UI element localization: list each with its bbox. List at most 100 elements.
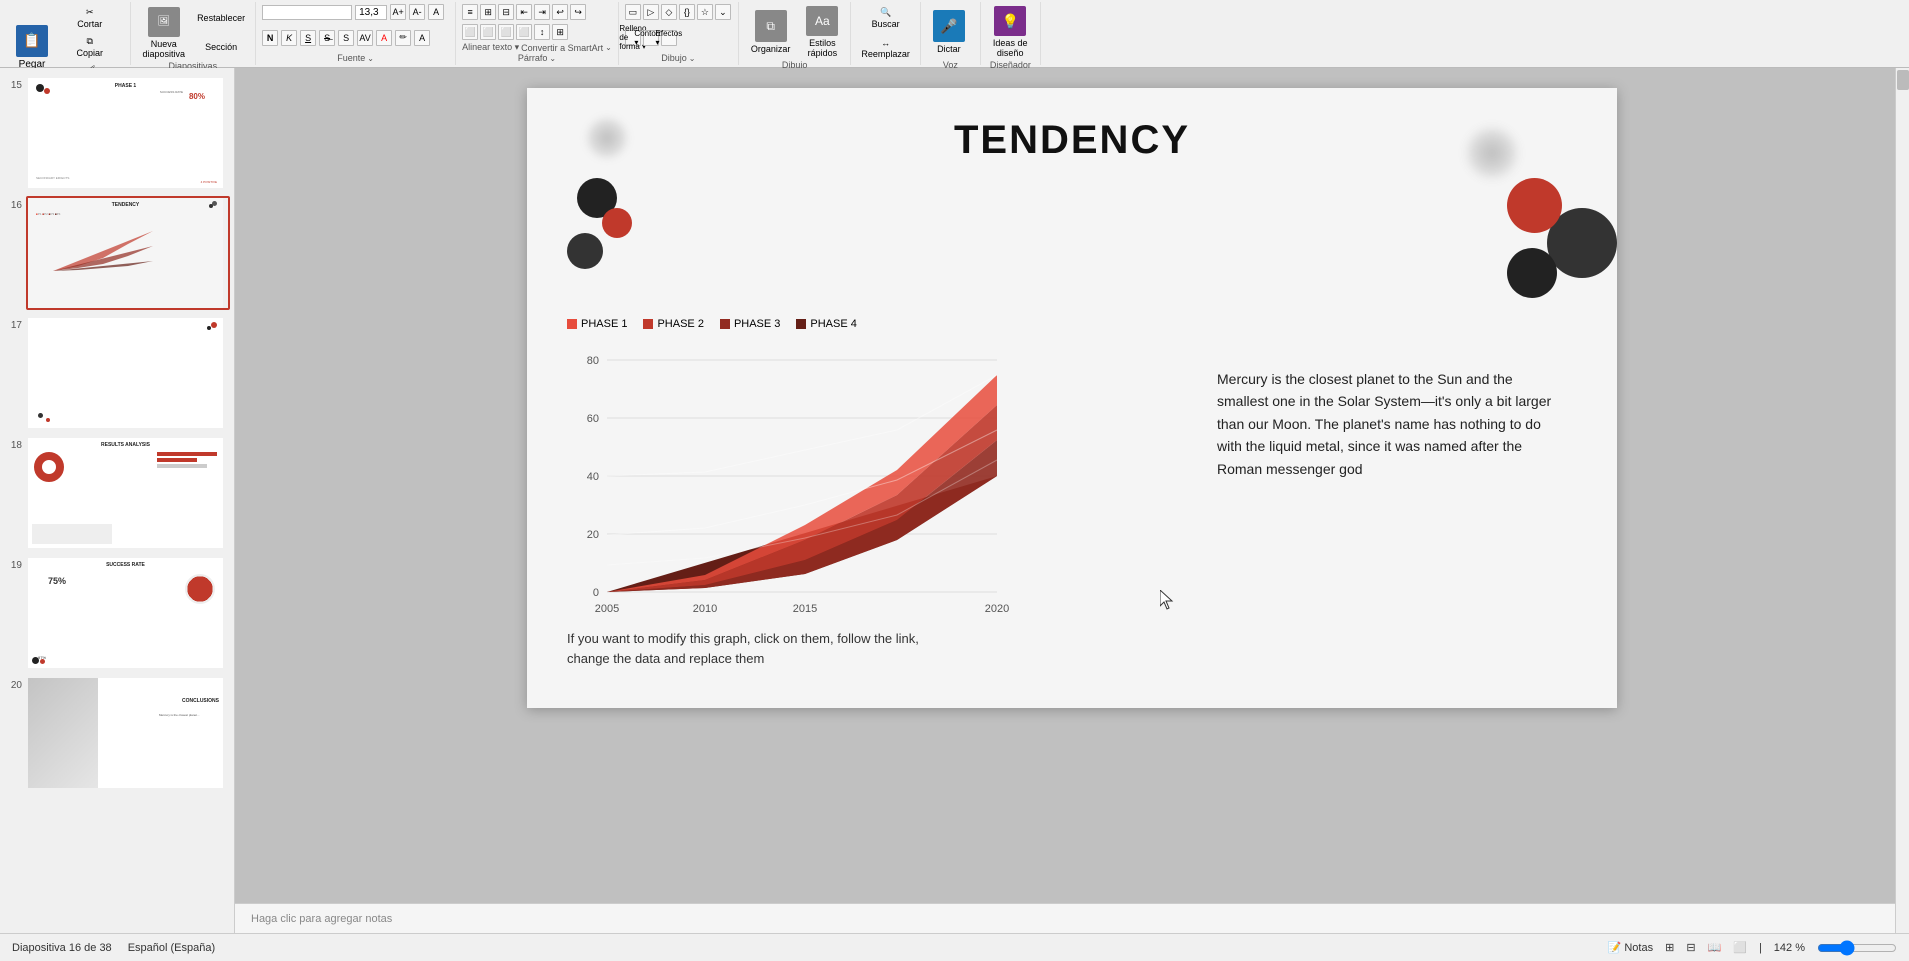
edicion-group: 🔍 Buscar ↔ Reemplazar ⬚ Seleccionar Edic… [851, 2, 921, 65]
align-justify-button[interactable]: ⬜ [516, 24, 532, 40]
dictar-label: Dictar [937, 44, 961, 54]
fuente-label: Fuente [337, 53, 365, 63]
slide-thumb-19[interactable]: 19 SUCCESS RATE 75% 97% [4, 556, 230, 670]
underline-button[interactable]: S [300, 30, 316, 46]
ideas-label: Ideas dediseño [993, 38, 1028, 58]
parrafo-group: ≡ ⊞ ⊟ ⇤ ⇥ ↩ ↪ ⬜ ⬜ ⬜ ⬜ ↕ ⊞ Alinear texto … [456, 2, 619, 65]
col-button[interactable]: ⊟ [498, 4, 514, 20]
more-shapes-button[interactable]: ⌄ [715, 4, 731, 20]
view-normal[interactable]: ⊞ [1665, 941, 1674, 954]
font-color-button[interactable]: A [376, 30, 392, 46]
new-slide-label: Nuevadiapositiva [143, 39, 186, 59]
copy-button[interactable]: ⧉ Copiar [56, 33, 124, 61]
convertir-label: Convertir a SmartArt [521, 43, 603, 53]
svg-text:2005: 2005 [595, 603, 619, 615]
canvas-area: TENDENCY [235, 68, 1909, 933]
scroll-thumb[interactable] [1897, 70, 1909, 90]
paste-button[interactable]: 📋 Pegar [10, 19, 54, 75]
spacing-button[interactable]: AV [357, 30, 373, 46]
estilos-button[interactable]: Aa Estilosrápidos [800, 4, 844, 60]
list-num-button[interactable]: ⊞ [480, 4, 496, 20]
portapapeles-group: 📋 Pegar ✂ Cortar ⧉ Copiar 🖌 Copiar forma… [4, 2, 131, 65]
text-block: Mercury is the closest planet to the Sun… [1217, 368, 1557, 480]
reset-button[interactable]: Restablecer [193, 4, 249, 32]
reemplazar-button[interactable]: ↔ Reemplazar [857, 34, 914, 62]
new-slide-button[interactable]: 🖼 Nuevadiapositiva [137, 5, 192, 61]
organizar-label: Organizar [751, 44, 791, 54]
slide-info: Diapositiva 16 de 38 [12, 942, 112, 954]
legend-phase4: PHASE 4 [796, 318, 856, 330]
shape5[interactable]: ☆ [697, 4, 713, 20]
section-button[interactable]: Sección [193, 33, 249, 61]
main-slide: TENDENCY [527, 88, 1617, 708]
caption-text: If you want to modify this graph, click … [567, 629, 1047, 668]
dictar-button[interactable]: 🎤 Dictar [927, 4, 971, 60]
fuente-group: A+ A- A N K S S̶ S AV A ✏ A Fuente ⌄ [256, 2, 456, 65]
slide-thumb-18[interactable]: 18 RESULTS ANALYSIS [4, 436, 230, 550]
zoom-level: | [1759, 942, 1762, 954]
bold-button[interactable]: N [262, 30, 278, 46]
chart-container: PHASE 1 PHASE 2 PHASE 3 PHASE 4 [567, 318, 1047, 645]
increase-font-button[interactable]: A+ [390, 4, 406, 20]
align-left-button[interactable]: ⬜ [462, 24, 478, 40]
chart-legend: PHASE 1 PHASE 2 PHASE 3 PHASE 4 [567, 318, 1047, 330]
columns-button[interactable]: ⊞ [552, 24, 568, 40]
notes-btn[interactable]: 📝 Notas [1608, 941, 1654, 954]
slide-thumb-20[interactable]: 20 CONCLUSIONS Mercury is the closest pl… [4, 676, 230, 790]
svg-text:2015: 2015 [793, 603, 817, 615]
legend-phase3: PHASE 3 [720, 318, 780, 330]
effects-button[interactable]: Efectos ▾ [661, 30, 677, 46]
notes-placeholder: Haga clic para agregar notas [251, 913, 392, 925]
strikethrough-button[interactable]: S̶ [319, 30, 335, 46]
font-color2-button[interactable]: A [414, 30, 430, 46]
font-name-input[interactable] [262, 5, 352, 20]
view-reading[interactable]: 📖 [1708, 941, 1722, 954]
description-text: Mercury is the closest planet to the Sun… [1217, 368, 1557, 480]
shape3[interactable]: ◇ [661, 4, 677, 20]
voz-group: 🎤 Dictar Voz [921, 2, 981, 65]
ltr-button[interactable]: ↪ [570, 4, 586, 20]
right-scrollbar[interactable] [1895, 68, 1909, 933]
notes-bar[interactable]: Haga clic para agregar notas [235, 903, 1895, 933]
slide-thumb-15[interactable]: 15 PHASE 1 80% SUCCESS RATE SECONDARY EF… [4, 76, 230, 190]
clear-format-button[interactable]: A [428, 4, 444, 20]
shape4[interactable]: {} [679, 4, 695, 20]
legend-phase1: PHASE 1 [567, 318, 627, 330]
slide-thumb-17[interactable]: 17 [4, 316, 230, 430]
list-bullet-button[interactable]: ≡ [462, 4, 478, 20]
view-slide-sorter[interactable]: ⊟ [1686, 941, 1695, 954]
chart-svg: 80 60 40 20 0 2005 2010 2015 2020 [567, 340, 1047, 645]
svg-text:40: 40 [587, 471, 599, 483]
ribbon: 📋 Pegar ✂ Cortar ⧉ Copiar 🖌 Copiar forma… [0, 0, 1909, 68]
slide-title: TENDENCY [954, 118, 1190, 163]
shape1[interactable]: ▭ [625, 4, 641, 20]
shadow-button[interactable]: S [338, 30, 354, 46]
buscar-button[interactable]: 🔍 Buscar [868, 4, 904, 32]
view-presenter[interactable]: ⬜ [1733, 941, 1747, 954]
slide-thumb-16[interactable]: 16 TENDENCY ■P1 ■P2 ■P3 ■P4 [4, 196, 230, 310]
molecule-left [557, 178, 647, 278]
svg-text:80: 80 [587, 355, 599, 367]
main-layout: 15 PHASE 1 80% SUCCESS RATE SECONDARY EF… [0, 68, 1909, 933]
align-right-button[interactable]: ⬜ [498, 24, 514, 40]
svg-text:0: 0 [593, 587, 599, 599]
indent-less-button[interactable]: ⇤ [516, 4, 532, 20]
svg-text:2020: 2020 [985, 603, 1009, 615]
align-center-button[interactable]: ⬜ [480, 24, 496, 40]
dibujo-group: ▭ ▷ ◇ {} ☆ ⌄ Relleno de forma ▾ Contorno… [619, 2, 739, 65]
line-spacing-button[interactable]: ↕ [534, 24, 550, 40]
highlight-button[interactable]: ✏ [395, 30, 411, 46]
svg-text:60: 60 [587, 413, 599, 425]
zoom-slider[interactable] [1817, 940, 1897, 956]
cut-button[interactable]: ✂ Cortar [56, 4, 124, 32]
decrease-font-button[interactable]: A- [409, 4, 425, 20]
slide-panel: 15 PHASE 1 80% SUCCESS RATE SECONDARY EF… [0, 68, 235, 933]
italic-button[interactable]: K [281, 30, 297, 46]
font-size-input[interactable] [355, 5, 387, 20]
rtl-button[interactable]: ↩ [552, 4, 568, 20]
svg-text:2010: 2010 [693, 603, 717, 615]
organizar-button[interactable]: ⧉ Organizar [745, 4, 797, 60]
indent-more-button[interactable]: ⇥ [534, 4, 550, 20]
ideas-button[interactable]: 💡 Ideas dediseño [987, 4, 1034, 60]
shape2[interactable]: ▷ [643, 4, 659, 20]
